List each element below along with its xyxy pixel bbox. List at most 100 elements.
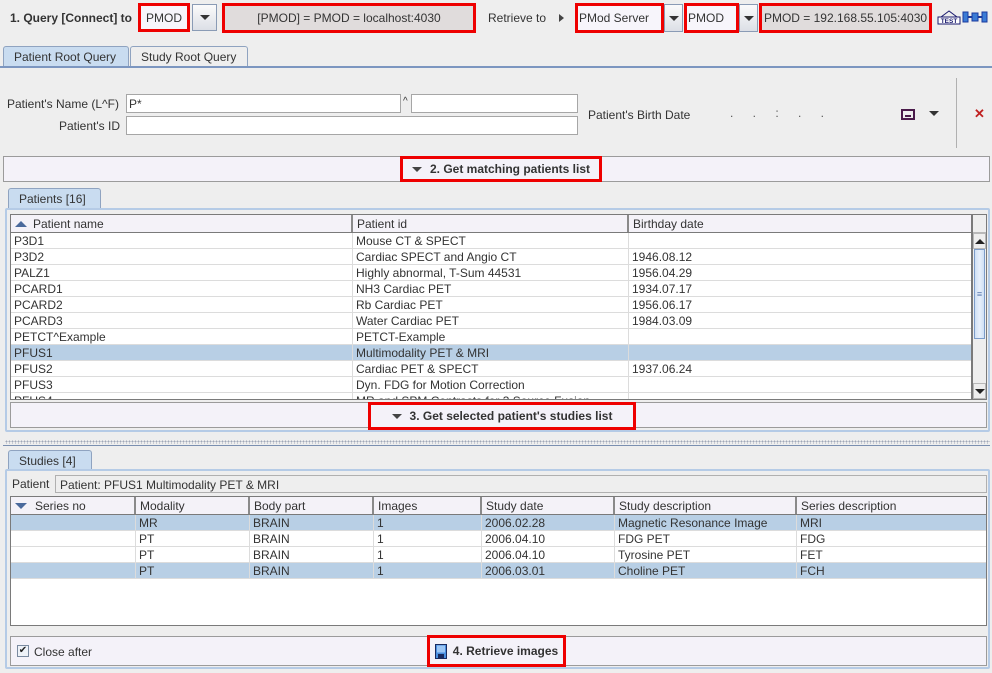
tab-label: Patients [16] [19,192,86,206]
column-header-series-no[interactable]: Series no [11,497,136,514]
retrieve-to-label: Retrieve to [488,11,547,25]
images-cell: 1 [374,563,482,578]
minus-icon [905,115,911,117]
body-part-cell: BRAIN [250,531,374,546]
column-header-label: Body part [254,498,306,513]
column-header-study-date[interactable]: Study date [482,497,615,514]
birth-date-dropdown[interactable] [929,111,939,116]
study-description-cell: Magnetic Resonance Image [615,515,797,530]
patient-last-name-input[interactable] [126,94,401,113]
patient-row[interactable]: P3D2 Cardiac SPECT and Angio CT 1946.08.12 [11,249,971,265]
patient-row[interactable]: PFUS2 Cardiac PET & SPECT 1937.06.24 [11,361,971,377]
patient-row[interactable]: PCARD1 NH3 Cardiac PET 1934.07.17 [11,281,971,297]
study-row[interactable]: PT BRAIN 1 2006.04.10 FDG PET FDG [11,531,986,547]
patient-row[interactable]: P3D1 Mouse CT & SPECT [11,233,971,249]
patient-id-input[interactable] [126,116,578,135]
column-header-patient-id[interactable]: Patient id [353,215,629,232]
retrieve-images-button[interactable]: 4. Retrieve images [427,635,566,667]
tab-label: Study Root Query [141,50,237,64]
study-row[interactable]: PT BRAIN 1 2006.04.10 Tyrosine PET FET [11,547,986,563]
birthday-cell [629,233,971,248]
series-no-cell [11,547,136,562]
birthday-cell: 1956.06.17 [632,298,693,312]
modality-cell: PT [136,547,250,562]
birthday-cell: 1946.08.12 [632,250,693,264]
patient-row[interactable]: PETCT^Example PETCT-Example [11,329,971,345]
calendar-button[interactable] [901,109,915,120]
retrieve-expand-arrow[interactable] [559,14,564,22]
patient-id-label: Patient's ID [59,119,120,133]
study-description-cell: Tyrosine PET [615,547,797,562]
tab-study-root-query[interactable]: Study Root Query [130,46,248,67]
patient-row[interactable]: PFUS1 Multimodality PET & MRI [11,345,971,361]
patient-row[interactable]: PALZ1 Highly abnormal, T-Sum 44531 1956.04… [11,265,971,281]
connect-button[interactable] [962,11,988,23]
close-after-checkbox[interactable]: ✔ [17,645,29,657]
query-node-dropdown-button[interactable] [192,4,217,31]
patient-field-value: Patient: PFUS1 Multimodality PET & MRI [60,478,280,492]
query-connection-text: [PMOD] = PMOD = localhost:4030 [257,11,441,25]
retrieve-target-select[interactable]: PMod Server [575,3,664,33]
study-row[interactable]: PT BRAIN 1 2006.03.01 Choline PET FCH [11,563,986,579]
column-header-series-description[interactable]: Series description [797,497,986,514]
tab-patient-root-query[interactable]: Patient Root Query [3,46,129,67]
query-node-select[interactable]: PMOD [138,3,190,32]
retrieve-target-dropdown-button[interactable] [664,4,683,32]
patient-id-cell: PETCT-Example [353,329,629,344]
birth-date-field[interactable]: . . : . . [730,106,890,120]
column-header-label: Study description [619,498,712,513]
patient-name-cell: PCARD3 [11,313,353,328]
tab-label: Studies [4] [19,454,76,468]
tab-patients[interactable]: Patients [16] [8,188,101,209]
modality-cell: PT [136,563,250,578]
patient-row[interactable]: PCARD3 Water Cardiac PET 1984.03.09 [11,313,971,329]
column-header-modality[interactable]: Modality [136,497,250,514]
get-selected-studies-button[interactable]: 3. Get selected patient's studies list [368,402,636,430]
test-connection-button[interactable]: TEST [937,10,961,25]
clear-button[interactable]: ✕ [974,106,985,122]
splitter-handle[interactable] [5,440,990,444]
column-header-images[interactable]: Images [374,497,482,514]
patient-row[interactable]: PFUS3 Dyn. FDG for Motion Correction [11,377,971,393]
study-description-cell: FDG PET [615,531,797,546]
birthday-cell: 1956.04.29 [632,266,693,280]
patient-name-cell: PALZ1 [11,265,353,280]
tab-label: Patient Root Query [14,50,117,64]
column-header-patient-name[interactable]: Patient name [11,215,353,232]
patient-id-cell: Dyn. FDG for Motion Correction [353,377,629,392]
get-matching-patients-button[interactable]: 2. Get matching patients list [400,156,602,182]
studies-table-header: Series no Modality Body part Images Stud… [11,497,986,515]
column-header-study-description[interactable]: Study description [615,497,797,514]
patient-id-cell: Cardiac SPECT and Angio CT [353,249,629,264]
column-header-body-part[interactable]: Body part [250,497,374,514]
scrollbar-thumb[interactable]: ≡ [974,249,985,339]
patient-name-cell: PCARD1 [11,281,353,296]
column-header-label: Study date [486,498,544,513]
retrieve-node-select[interactable]: PMOD [684,3,739,33]
patients-scrollbar[interactable]: ≡ [972,214,987,400]
patient-row[interactable]: PCARD2 Rb Cardiac PET 1956.06.17 [11,297,971,313]
patient-id-cell: Rb Cardiac PET [353,297,629,312]
grip-icon: ≡ [976,289,983,299]
arrow-up-icon [974,238,985,244]
chevron-down-icon [199,15,210,20]
patient-first-name-input[interactable] [411,94,578,113]
chevron-down-icon [411,166,422,172]
scroll-up-button[interactable] [973,233,986,249]
chevron-down-icon [391,413,402,419]
retrieve-node-dropdown-button[interactable] [739,4,758,32]
birth-date-placeholder: . . : . . [730,106,833,120]
scroll-down-button[interactable] [973,383,986,399]
tab-studies[interactable]: Studies [4] [8,450,92,471]
column-header-birthday[interactable]: Birthday date [629,215,971,232]
patient-name-cell: PFUS4 [11,393,353,399]
patient-row[interactable]: PFUS4MR and SPM Contrasts for 3 Source F… [11,393,971,399]
patient-name-cell: P3D1 [11,233,353,248]
patient-field: Patient: PFUS1 Multimodality PET & MRI [55,475,987,493]
study-row[interactable]: MR BRAIN 1 2006.02.28 Magnetic Resonance Ima… [11,515,986,531]
patient-name-cell: PFUS2 [11,361,353,376]
arrow-down-icon [974,388,985,394]
patient-id-cell: NH3 Cardiac PET [353,281,629,296]
retrieve-connection-field: PMOD = 192.168.55.105:4030 [759,3,932,33]
study-date-cell: 2006.03.01 [482,563,615,578]
